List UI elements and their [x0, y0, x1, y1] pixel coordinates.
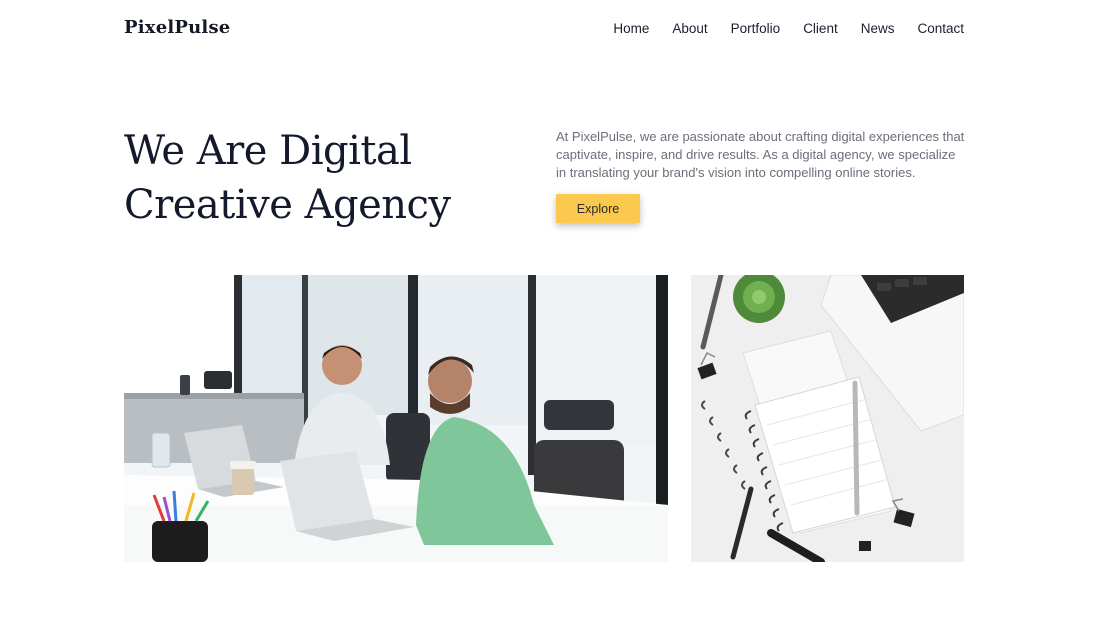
main-nav: Home About Portfolio Client News Contact [613, 21, 964, 36]
nav-item-client[interactable]: Client [803, 21, 838, 36]
desk-photo [691, 275, 964, 562]
site-header: PixelPulse Home About Portfolio Client N… [0, 0, 1100, 60]
hero-title-line-1: We Are Digital [124, 128, 412, 174]
explore-button[interactable]: Explore [556, 194, 640, 223]
nav-item-home[interactable]: Home [613, 21, 649, 36]
hero-title: We Are Digital Creative Agency [124, 124, 524, 232]
hero-description: At PixelPulse, we are passionate about c… [556, 129, 965, 180]
brand-logo[interactable]: PixelPulse [124, 17, 230, 38]
nav-item-about[interactable]: About [672, 21, 707, 36]
nav-item-contact[interactable]: Contact [917, 21, 964, 36]
hero-title-line-2: Creative Agency [124, 182, 451, 228]
nav-item-portfolio[interactable]: Portfolio [731, 21, 781, 36]
office-photo [124, 275, 668, 562]
nav-item-news[interactable]: News [861, 21, 895, 36]
